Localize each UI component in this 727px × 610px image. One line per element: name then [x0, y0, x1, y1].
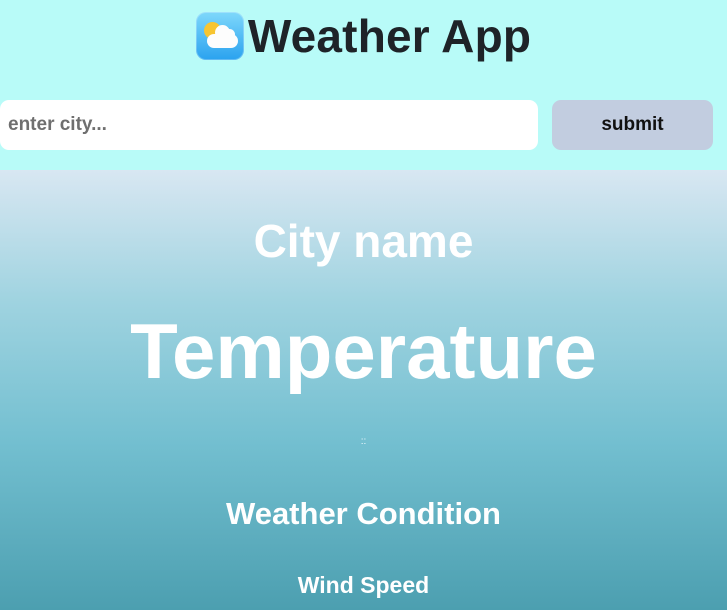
weather-panel: City name Temperature :: Weather Conditi… [0, 170, 727, 610]
weather-condition: Weather Condition [226, 496, 501, 531]
city-search-input[interactable] [0, 100, 538, 150]
cloud-shape [206, 25, 238, 48]
submit-button[interactable]: submit [552, 100, 713, 150]
weather-sun-cloud-icon [195, 12, 244, 60]
title-row: Weather App [0, 8, 727, 64]
wind-speed: Wind Speed [297, 572, 430, 598]
city-name: City name [253, 215, 474, 267]
header: Weather App submit [0, 0, 727, 170]
time-text: :: [360, 436, 367, 447]
temperature: Temperature [130, 307, 597, 395]
app-title: Weather App [247, 10, 532, 62]
